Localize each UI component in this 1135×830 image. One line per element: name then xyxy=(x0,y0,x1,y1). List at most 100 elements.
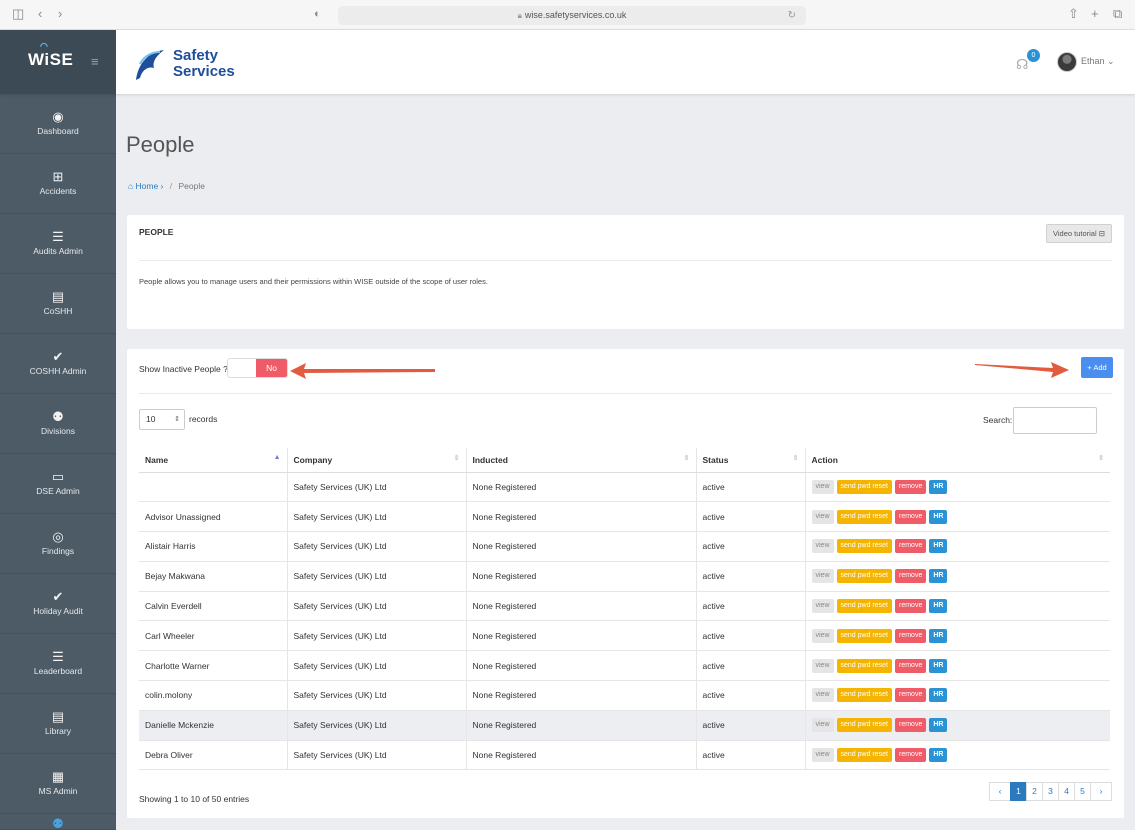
new-tab-icon[interactable]: + xyxy=(1091,7,1099,21)
pagination-next[interactable]: › xyxy=(1090,782,1112,801)
notifications-button[interactable]: ☊ 0 xyxy=(1016,49,1040,73)
view-button[interactable]: view xyxy=(811,658,834,673)
sidebar-item-accidents[interactable]: ⊞ Accidents xyxy=(0,154,116,214)
view-button[interactable]: view xyxy=(811,479,834,494)
cell-inducted: None Registered xyxy=(465,710,696,741)
show-inactive-toggle[interactable]: No xyxy=(227,358,288,378)
safety-services-logo[interactable]: Safety Services xyxy=(130,42,270,86)
send-pwd-reset-button[interactable]: send pwd reset xyxy=(836,748,892,763)
pagination-page[interactable]: 4 xyxy=(1058,782,1075,801)
sidebar-item-audits-admin[interactable]: ☰ Audits Admin xyxy=(0,214,116,274)
table-row: Charlotte Warner Safety Services (UK) Ltd… xyxy=(139,650,1110,682)
url-text: wise.safetyservices.co.uk xyxy=(524,10,627,20)
sidebar-item-holiday-audit[interactable]: ✔ Holiday Audit xyxy=(0,574,116,634)
sidebar-item-library[interactable]: ▤ Library xyxy=(0,694,116,754)
records-select[interactable]: 10 ⇕ xyxy=(139,409,185,430)
breadcrumb: ⌂ Home › / People xyxy=(128,181,205,191)
hr-button[interactable]: HR xyxy=(929,479,948,494)
users-icon: ⚉ xyxy=(52,409,64,424)
toggle-value: No xyxy=(256,359,287,377)
view-button[interactable]: view xyxy=(811,539,834,554)
hr-button[interactable]: HR xyxy=(929,658,948,673)
forward-icon[interactable]: › xyxy=(58,7,62,21)
sidebar-item-leaderboard[interactable]: ☰ Leaderboard xyxy=(0,634,116,694)
hr-button[interactable]: HR xyxy=(929,509,948,524)
app-header: ◠ WiSE ≡ Safety Services ☊ 0 Ethan ⌄ xyxy=(0,30,1135,94)
sidebar-toggle-icon[interactable]: ◫ xyxy=(12,7,24,21)
view-button[interactable]: view xyxy=(811,688,834,703)
address-bar[interactable]: 🔒︎ wise.safetyservices.co.uk ↻ xyxy=(338,6,806,25)
pagination-page[interactable]: 3 xyxy=(1042,782,1059,801)
view-button[interactable]: view xyxy=(811,748,834,763)
tabs-icon[interactable]: ⧉ xyxy=(1113,7,1122,21)
hr-button[interactable]: HR xyxy=(929,718,948,733)
remove-button[interactable]: remove xyxy=(895,479,927,494)
view-button[interactable]: view xyxy=(811,718,834,733)
sidebar-item-coshh[interactable]: ▤ CoSHH xyxy=(0,274,116,334)
pagination-page[interactable]: 2 xyxy=(1026,782,1043,801)
info-card: PEOPLE Video tutorial ⊟ People allows yo… xyxy=(127,215,1124,329)
send-pwd-reset-button[interactable]: send pwd reset xyxy=(836,688,892,703)
cell-name: Bejay Makwana xyxy=(139,561,287,592)
sidebar: ◉ Dashboard ⊞ Accidents ☰ Audits Admin ▤… xyxy=(0,94,116,830)
sidebar-item-divisions[interactable]: ⚉ Divisions xyxy=(0,394,116,454)
reload-icon[interactable]: ↻ xyxy=(788,6,796,25)
remove-button[interactable]: remove xyxy=(895,569,927,584)
sidebar-item-people[interactable]: ⚉ xyxy=(0,814,116,830)
hr-button[interactable]: HR xyxy=(929,599,948,614)
send-pwd-reset-button[interactable]: send pwd reset xyxy=(836,539,892,554)
column-header-company[interactable]: Company ⇕ xyxy=(286,448,466,473)
send-pwd-reset-button[interactable]: send pwd reset xyxy=(836,718,892,733)
remove-button[interactable]: remove xyxy=(895,628,927,643)
sidebar-item-coshh-admin[interactable]: ✔ COSHH Admin xyxy=(0,334,116,394)
view-button[interactable]: view xyxy=(811,569,834,584)
select-arrows-icon: ⇕ xyxy=(174,416,180,423)
view-button[interactable]: view xyxy=(811,509,834,524)
view-button[interactable]: view xyxy=(811,599,834,614)
send-pwd-reset-button[interactable]: send pwd reset xyxy=(836,658,892,673)
sidebar-item-dashboard[interactable]: ◉ Dashboard xyxy=(0,94,116,154)
notification-badge: 0 xyxy=(1027,49,1040,62)
hr-button[interactable]: HR xyxy=(929,539,948,554)
remove-button[interactable]: remove xyxy=(895,718,927,733)
send-pwd-reset-button[interactable]: send pwd reset xyxy=(836,509,892,524)
remove-button[interactable]: remove xyxy=(895,539,927,554)
sidebar-item-dse-admin[interactable]: ▭ DSE Admin xyxy=(0,454,116,514)
send-pwd-reset-button[interactable]: send pwd reset xyxy=(836,599,892,614)
hr-button[interactable]: HR xyxy=(929,748,948,763)
hr-button[interactable]: HR xyxy=(929,569,948,584)
send-pwd-reset-button[interactable]: send pwd reset xyxy=(836,569,892,584)
send-pwd-reset-button[interactable]: send pwd reset xyxy=(836,628,892,643)
pagination-page[interactable]: 1 xyxy=(1010,782,1027,801)
pagination-page[interactable]: 5 xyxy=(1074,782,1091,801)
search-input[interactable] xyxy=(1013,407,1097,434)
back-icon[interactable]: ‹ xyxy=(38,7,42,21)
remove-button[interactable]: remove xyxy=(895,658,927,673)
column-header-name[interactable]: Name ▲ xyxy=(139,448,287,473)
send-pwd-reset-button[interactable]: send pwd reset xyxy=(836,479,892,494)
video-tutorial-button[interactable]: Video tutorial ⊟ xyxy=(1045,224,1112,243)
column-header-status[interactable]: Status ⇕ xyxy=(695,448,805,473)
shield-icon[interactable]: ◐ xyxy=(314,7,321,21)
share-icon[interactable]: ⇧ xyxy=(1068,7,1079,21)
column-header-action[interactable]: Action ⇕ xyxy=(804,448,1110,473)
hr-button[interactable]: HR xyxy=(929,688,948,703)
hr-button[interactable]: HR xyxy=(929,628,948,643)
remove-button[interactable]: remove xyxy=(895,688,927,703)
document-icon: ▦ xyxy=(51,769,65,784)
pagination-prev[interactable]: ‹ xyxy=(989,782,1011,801)
sidebar-item-ms-admin[interactable]: ▦ MS Admin xyxy=(0,754,116,814)
column-header-inducted[interactable]: Inducted ⇕ xyxy=(465,448,696,473)
add-person-button[interactable]: + Add xyxy=(1081,357,1113,378)
annotation-arrow-right xyxy=(975,362,1069,378)
pagination: ‹ 1 2 3 4 5 › xyxy=(989,782,1112,801)
remove-button[interactable]: remove xyxy=(895,599,927,614)
entries-info: Showing 1 to 10 of 50 entries xyxy=(139,794,250,804)
wise-logo[interactable]: ◠ WiSE xyxy=(28,41,73,70)
sidebar-item-findings[interactable]: ◎ Findings xyxy=(0,514,116,574)
view-button[interactable]: view xyxy=(811,628,834,643)
remove-button[interactable]: remove xyxy=(895,748,927,763)
remove-button[interactable]: remove xyxy=(895,509,927,524)
breadcrumb-home[interactable]: ⌂ Home › xyxy=(128,181,163,191)
hamburger-icon[interactable]: ≡ xyxy=(91,54,99,69)
